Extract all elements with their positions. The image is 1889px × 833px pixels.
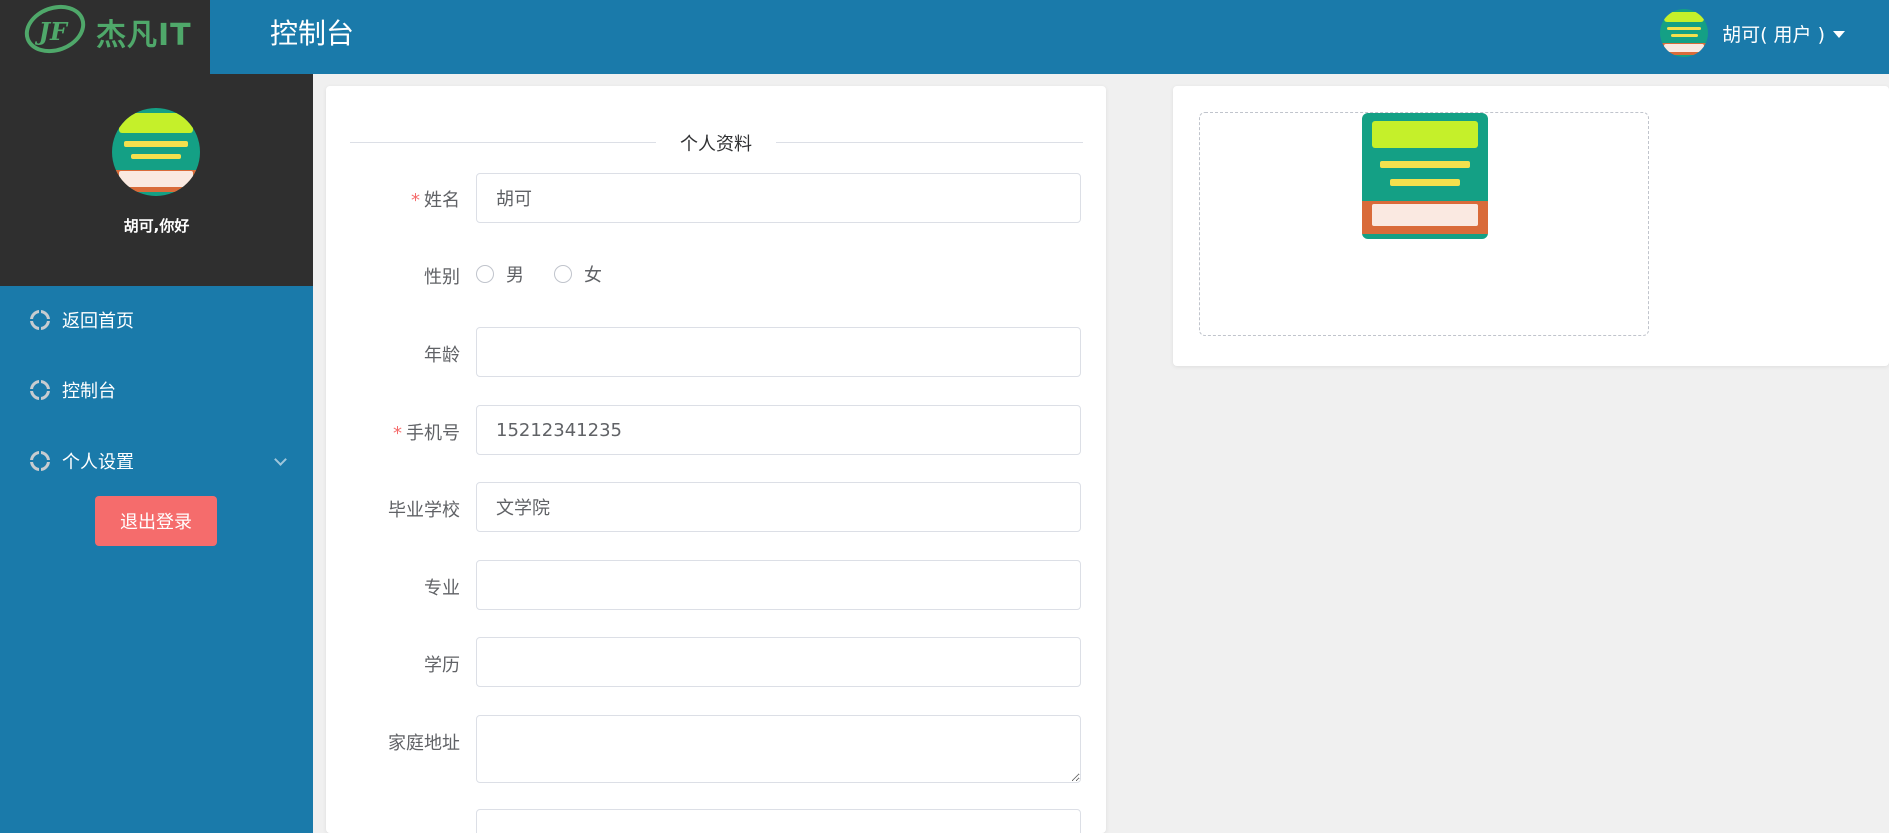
education-field[interactable] xyxy=(476,637,1081,687)
nav-circle-icon xyxy=(30,451,50,471)
sidebar-item-label: 控制台 xyxy=(62,381,116,402)
sidebar-item-label: 个人设置 xyxy=(62,452,134,473)
phone-field[interactable] xyxy=(476,405,1081,455)
gender-female-radio[interactable]: 女 xyxy=(554,261,602,287)
sidebar-item-personal-settings[interactable]: 个人设置 xyxy=(0,433,313,489)
address-field[interactable] xyxy=(476,715,1081,783)
sidebar-profile: 胡可,你好 xyxy=(0,74,313,286)
nav-circle-icon xyxy=(30,380,50,400)
avatar[interactable] xyxy=(1660,9,1709,57)
required-mark: * xyxy=(411,190,420,211)
major-label: 专业 xyxy=(424,578,460,599)
sidebar-item-home[interactable]: 返回首页 xyxy=(0,292,313,348)
avatar-upload-card xyxy=(1173,86,1889,366)
logo-mark-icon: JF xyxy=(18,0,92,62)
required-mark: * xyxy=(393,423,402,444)
page-title: 控制台 xyxy=(270,17,355,50)
logout-button[interactable]: 退出登录 xyxy=(95,496,217,546)
school-field[interactable] xyxy=(476,482,1081,532)
top-header: JF 杰凡IT 控制台 胡可( 用户 ) xyxy=(0,0,1889,74)
user-menu-label[interactable]: 胡可( 用户 ) xyxy=(1722,20,1825,47)
age-label: 年龄 xyxy=(424,345,460,366)
school-label: 毕业学校 xyxy=(388,500,460,521)
user-menu[interactable]: 胡可( 用户 ) xyxy=(1660,8,1845,58)
name-label: * 姓名 xyxy=(411,190,460,211)
next-field-partial[interactable] xyxy=(476,809,1081,833)
brand-name: 杰凡IT xyxy=(96,18,192,53)
phone-label: * 手机号 xyxy=(393,423,460,444)
greeting-text: 胡可,你好 xyxy=(123,217,190,235)
chevron-down-icon[interactable] xyxy=(274,453,287,466)
sidebar-item-dashboard[interactable]: 控制台 xyxy=(0,362,313,418)
gender-male-radio[interactable]: 男 xyxy=(476,261,524,287)
sidebar: 胡可,你好 返回首页 控制台 个人设置 退出登录 xyxy=(0,74,313,833)
avatar-upload-area[interactable] xyxy=(1199,112,1649,336)
major-field[interactable] xyxy=(476,560,1081,610)
radio-circle-icon[interactable] xyxy=(476,265,494,283)
caret-down-icon[interactable] xyxy=(1833,30,1845,38)
age-field[interactable] xyxy=(476,327,1081,377)
address-label: 家庭地址 xyxy=(388,733,460,754)
radio-circle-icon[interactable] xyxy=(554,265,572,283)
sidebar-item-label: 返回首页 xyxy=(62,311,134,332)
brand-logo[interactable]: JF 杰凡IT xyxy=(0,0,210,74)
profile-form-card: 个人资料 *姓名 性别 男 女 年龄 *手机号 毕业学校 专业 学历 家庭地址 xyxy=(326,86,1106,833)
section-title: 个人资料 xyxy=(656,130,776,156)
uploaded-avatar-image[interactable] xyxy=(1362,113,1488,239)
education-label: 学历 xyxy=(424,655,460,676)
profile-avatar xyxy=(112,108,200,196)
nav-circle-icon xyxy=(30,310,50,330)
gender-radio-group: 男 女 xyxy=(476,262,632,286)
name-field[interactable] xyxy=(476,173,1081,223)
gender-label: 性别 xyxy=(424,267,460,288)
